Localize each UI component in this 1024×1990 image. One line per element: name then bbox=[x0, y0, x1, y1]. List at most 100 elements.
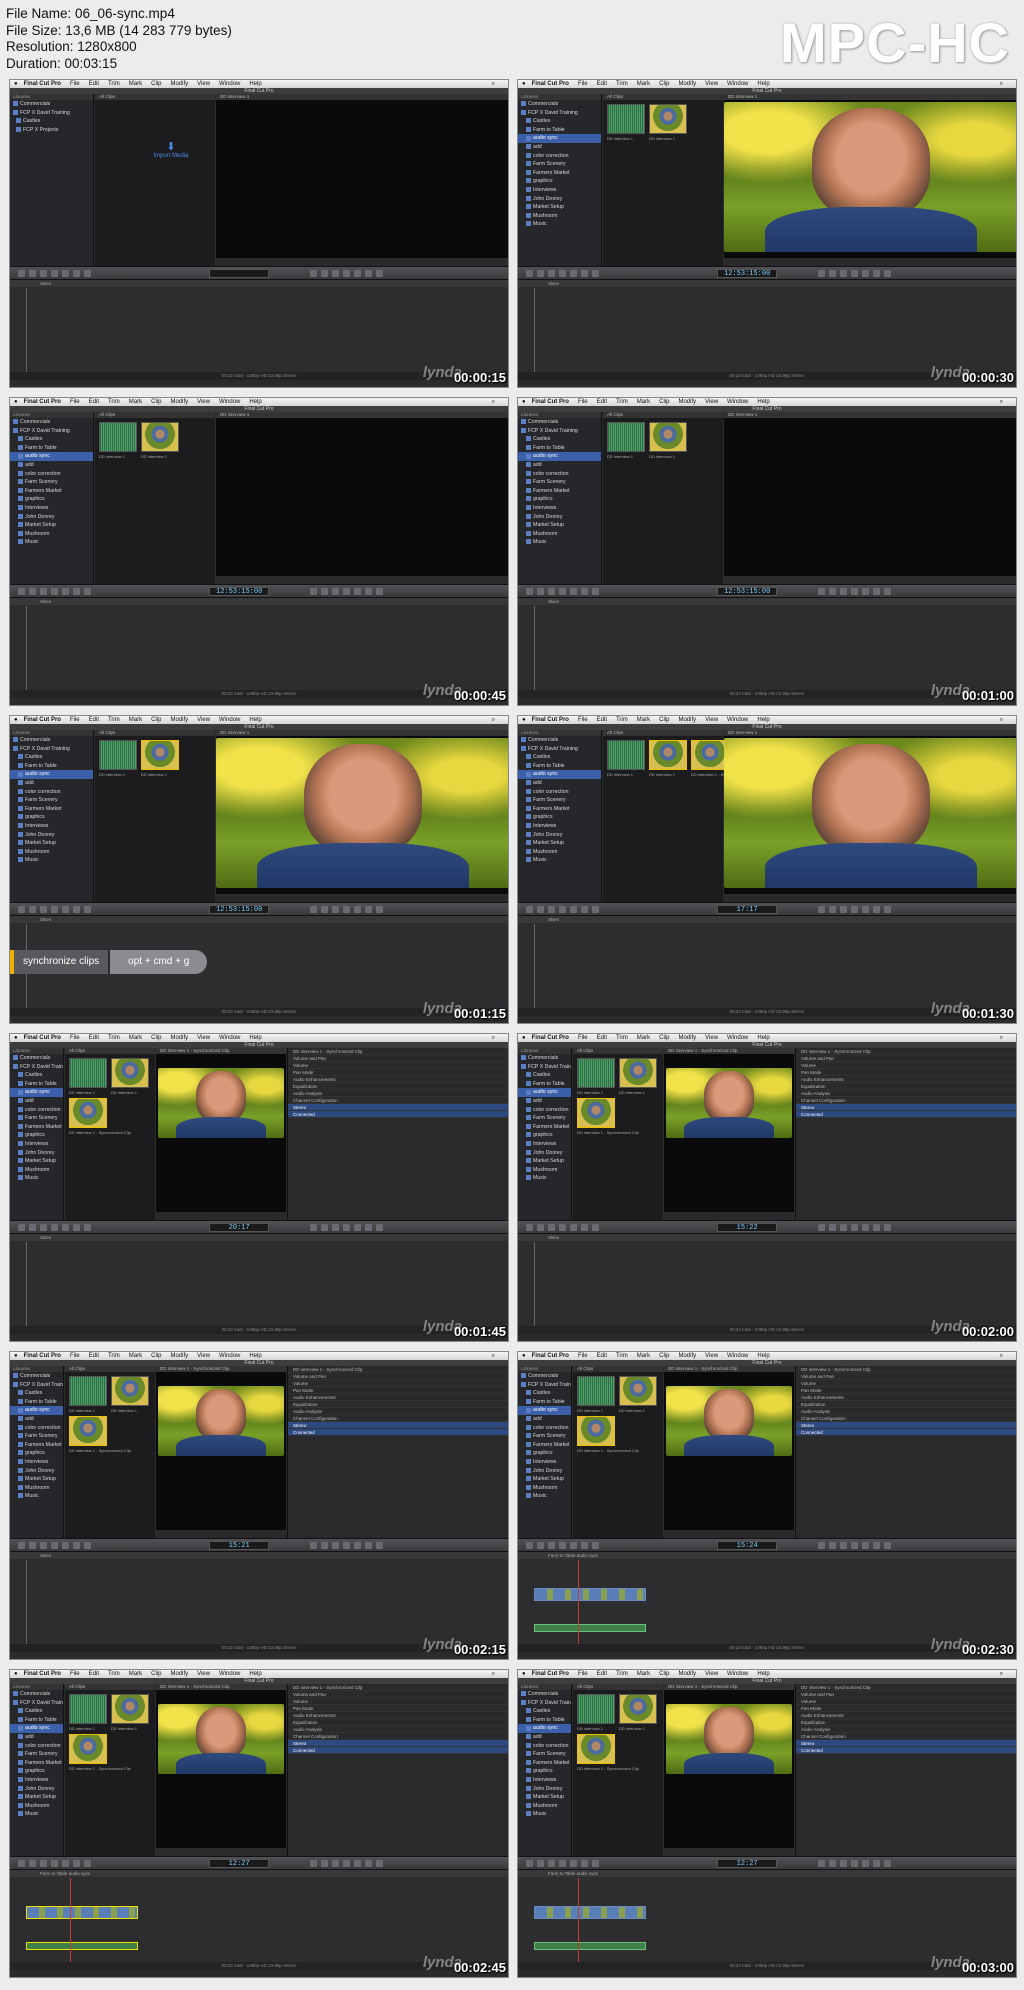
toolbar-button[interactable] bbox=[29, 270, 36, 277]
library-item[interactable]: Interviews bbox=[10, 822, 93, 831]
library-item[interactable]: audio sync bbox=[518, 1088, 571, 1097]
menu-item[interactable]: Trim bbox=[616, 399, 628, 405]
library-item[interactable]: Farmers Market bbox=[10, 487, 93, 496]
library-item[interactable]: FCP X David Training bbox=[518, 1699, 571, 1708]
toolbar-button[interactable] bbox=[354, 1224, 361, 1231]
inspector-row[interactable]: DD interview 1 - Synchronized Clip bbox=[288, 1366, 508, 1373]
library-item[interactable]: Farm Scenery bbox=[10, 478, 93, 487]
library-item[interactable]: Farmers Market bbox=[10, 1123, 63, 1132]
menu-item[interactable]: Help bbox=[249, 1035, 261, 1041]
library-item[interactable]: Farm Scenery bbox=[10, 1750, 63, 1759]
inspector-row[interactable]: Volume bbox=[796, 1698, 1016, 1705]
library-item[interactable]: Castles bbox=[518, 117, 601, 126]
library-item[interactable]: Farmers Market bbox=[518, 805, 601, 814]
menu-item[interactable]: Help bbox=[757, 1671, 769, 1677]
library-item[interactable]: Interviews bbox=[10, 1776, 63, 1785]
menu-item[interactable]: Mark bbox=[129, 1035, 142, 1041]
menu-item[interactable]: Trim bbox=[108, 1353, 120, 1359]
inspector-row[interactable]: Audio Enhancements bbox=[288, 1394, 508, 1401]
menu-item[interactable]: Edit bbox=[597, 717, 607, 723]
toolbar-button[interactable] bbox=[40, 906, 47, 913]
menu-item[interactable]: Mark bbox=[129, 399, 142, 405]
library-item[interactable]: Market Setup bbox=[518, 521, 601, 530]
library-item[interactable]: audio sync bbox=[518, 1406, 571, 1415]
library-item[interactable]: Commercials bbox=[10, 1690, 63, 1699]
menu-item[interactable]: Modify bbox=[678, 81, 696, 87]
library-item[interactable]: Interviews bbox=[518, 1458, 571, 1467]
library-item[interactable]: color correction bbox=[10, 470, 93, 479]
toolbar-button[interactable] bbox=[570, 270, 577, 277]
toolbar-button[interactable] bbox=[581, 270, 588, 277]
toolbar-button[interactable] bbox=[51, 1542, 58, 1549]
menu-item[interactable]: Mark bbox=[637, 399, 650, 405]
toolbar-button[interactable] bbox=[526, 1224, 533, 1231]
toolbar-button[interactable] bbox=[321, 906, 328, 913]
menu-item[interactable]: Trim bbox=[108, 717, 120, 723]
timeline-audio-clip[interactable] bbox=[534, 1624, 646, 1632]
library-item[interactable]: Farm Scenery bbox=[10, 1114, 63, 1123]
menu-item[interactable]: Modify bbox=[678, 1353, 696, 1359]
library-item[interactable]: Music bbox=[10, 538, 93, 547]
inspector-row[interactable]: Stereo bbox=[288, 1422, 508, 1429]
toolbar-button[interactable] bbox=[18, 1542, 25, 1549]
toolbar-button[interactable] bbox=[581, 1542, 588, 1549]
toolbar-button[interactable] bbox=[840, 588, 847, 595]
inspector-row[interactable]: Pan Mode bbox=[796, 1705, 1016, 1712]
toolbar-button[interactable] bbox=[376, 906, 383, 913]
inspector-row[interactable]: Connected bbox=[288, 1747, 508, 1754]
playhead[interactable] bbox=[26, 1242, 27, 1326]
toolbar-button[interactable] bbox=[29, 588, 36, 595]
apple-icon[interactable]: ● bbox=[14, 1035, 18, 1041]
menu-item[interactable]: Final Cut Pro bbox=[24, 1671, 61, 1677]
library-item[interactable]: graphics bbox=[10, 1767, 63, 1776]
menu-item[interactable]: File bbox=[578, 1671, 588, 1677]
menu-item[interactable]: Trim bbox=[616, 1035, 628, 1041]
video-clip-thumbnail[interactable] bbox=[619, 1694, 657, 1724]
library-item[interactable]: Farm Scenery bbox=[518, 160, 601, 169]
library-item[interactable]: color correction bbox=[518, 788, 601, 797]
toolbar-button[interactable] bbox=[84, 1542, 91, 1549]
toolbar-button[interactable] bbox=[829, 270, 836, 277]
inspector-row[interactable]: Equalization bbox=[288, 1719, 508, 1726]
toolbar-button[interactable] bbox=[62, 588, 69, 595]
toolbar-button[interactable] bbox=[592, 270, 599, 277]
library-item[interactable]: Mushroom bbox=[10, 1484, 63, 1493]
toolbar-button[interactable] bbox=[884, 270, 891, 277]
library-item[interactable]: Market Setup bbox=[10, 1793, 63, 1802]
library-item[interactable]: Farm Scenery bbox=[518, 1432, 571, 1441]
inspector-row[interactable]: Audio Analysis bbox=[288, 1726, 508, 1733]
menu-item[interactable]: Edit bbox=[597, 1671, 607, 1677]
inspector-row[interactable]: Audio Analysis bbox=[796, 1090, 1016, 1097]
toolbar-button[interactable] bbox=[310, 270, 317, 277]
toolbar-button[interactable] bbox=[862, 1542, 869, 1549]
toolbar-button[interactable] bbox=[343, 1224, 350, 1231]
inspector-row[interactable]: Volume bbox=[288, 1062, 508, 1069]
inspector-row[interactable]: DD interview 1 - Synchronized Clip bbox=[796, 1366, 1016, 1373]
menu-item[interactable]: Edit bbox=[597, 399, 607, 405]
library-item[interactable]: Castles bbox=[518, 1071, 571, 1080]
library-item[interactable]: John Doorey bbox=[518, 195, 601, 204]
inspector-row[interactable]: Audio Enhancements bbox=[288, 1076, 508, 1083]
toolbar-button[interactable] bbox=[73, 1542, 80, 1549]
inspector-row[interactable]: Equalization bbox=[796, 1719, 1016, 1726]
menu-item[interactable]: Mark bbox=[637, 1353, 650, 1359]
inspector-row[interactable]: Connected bbox=[796, 1747, 1016, 1754]
toolbar-button[interactable] bbox=[310, 1860, 317, 1867]
menu-item[interactable]: Window bbox=[727, 717, 748, 723]
toolbar-button[interactable] bbox=[73, 270, 80, 277]
audio-clip-thumbnail[interactable] bbox=[69, 1058, 107, 1088]
timeline-video-clip[interactable] bbox=[534, 1906, 646, 1919]
toolbar-button[interactable] bbox=[884, 1860, 891, 1867]
video-clip-thumbnail[interactable] bbox=[577, 1416, 615, 1446]
menu-item[interactable]: Clip bbox=[151, 1035, 161, 1041]
library-item[interactable]: Farm Scenery bbox=[10, 1432, 63, 1441]
library-item[interactable]: Castles bbox=[10, 1707, 63, 1716]
menu-item[interactable]: Window bbox=[727, 1671, 748, 1677]
toolbar-button[interactable] bbox=[62, 906, 69, 913]
inspector-row[interactable]: Pan Mode bbox=[288, 1387, 508, 1394]
library-item[interactable]: Mushroom bbox=[10, 1802, 63, 1811]
library-item[interactable]: Castles bbox=[518, 435, 601, 444]
library-item[interactable]: Commercials bbox=[518, 1372, 571, 1381]
library-item[interactable]: Mushroom bbox=[518, 212, 601, 221]
menu-item[interactable]: View bbox=[197, 399, 210, 405]
